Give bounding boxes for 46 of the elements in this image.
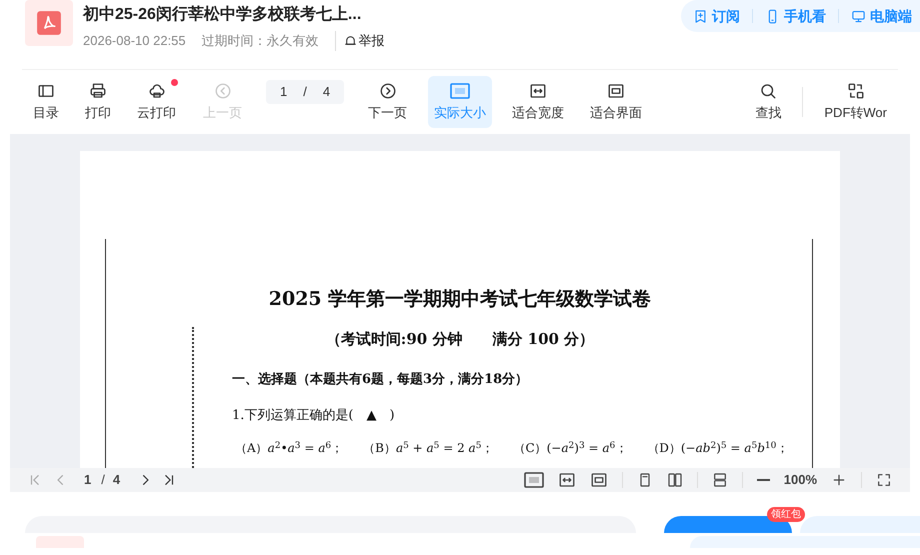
page-total: 4 — [112, 471, 120, 490]
toolbar-button[interactable]: PDF转Wor — [818, 76, 893, 128]
page-input[interactable]: 1 / 4 — [266, 80, 344, 104]
toolbar-button[interactable]: 适合宽度 — [506, 76, 570, 128]
report-link[interactable]: 举报 — [358, 31, 385, 50]
exam-subtitle: （考试时间:90 分钟 满分 100 分） — [326, 328, 594, 350]
cloud-icon — [148, 82, 166, 100]
alarm-icon — [344, 34, 357, 48]
question-text: 1.下列运算正确的是( ▲ ) — [232, 406, 396, 424]
search-icon — [759, 82, 778, 100]
bookmark-plus-icon — [693, 8, 708, 24]
section-heading: 一、选择题（本题共有6题，每题3分，满分18分） — [232, 371, 530, 389]
toolbar-button[interactable]: 目录 — [27, 76, 65, 128]
first-page-icon[interactable] — [28, 473, 42, 487]
exam-title: 2025 学年第一学期期中考试七年级数学试卷 — [268, 287, 652, 312]
monitor-icon — [851, 8, 866, 24]
page-number: 1 — [84, 471, 92, 490]
answer-option: （D）(−ab$^{2}$)$^{5}$ = a$^{5}$b$^{10}$； — [647, 439, 788, 457]
upload-date: 2026-08-10 22:55 — [83, 32, 186, 50]
right-circle-icon — [378, 82, 397, 100]
answer-option: （A）a$^{2}$•a$^{3}$ = a$^{6}$； — [235, 439, 344, 457]
zoom-in-icon — [831, 472, 847, 488]
page-separator: / — [101, 471, 105, 490]
answer-option: （B）a$^{5}$ + a$^{5}$ = 2 a$^{5}$； — [363, 439, 494, 457]
scroll-pages-icon — [712, 472, 728, 488]
left-circle-icon — [214, 82, 232, 100]
fit-page-icon — [590, 471, 608, 489]
fit-width-icon — [558, 471, 576, 489]
answer-option: （C）(−a$^{2}$)$^{3}$ = a$^{6}$； — [513, 439, 628, 457]
toolbar-button[interactable]: 打印 — [79, 76, 117, 128]
actual-size-icon — [524, 471, 544, 489]
bonus-badge: 领红包 — [767, 507, 805, 522]
fullscreen-icon — [876, 472, 892, 488]
convert-icon — [846, 82, 865, 100]
fit-width-icon — [529, 82, 548, 100]
two-page-icon — [666, 472, 683, 488]
toolbar-button[interactable]: 下一页 — [362, 76, 414, 128]
toolbar-button[interactable]: 云打印 — [131, 76, 182, 128]
actual-size-icon — [450, 82, 470, 100]
zoom-level: 100% — [784, 471, 817, 490]
toolbar-button[interactable]: 适合界面 — [584, 76, 648, 128]
printer-icon — [89, 82, 107, 100]
toolbar-button[interactable]: 查找 — [749, 76, 788, 128]
expiry-text: 过期时间：永久有效 — [202, 32, 319, 50]
document-title: 初中25-26闵行莘松中学多校联考七上... — [83, 4, 362, 25]
fit-page-icon — [607, 82, 626, 100]
